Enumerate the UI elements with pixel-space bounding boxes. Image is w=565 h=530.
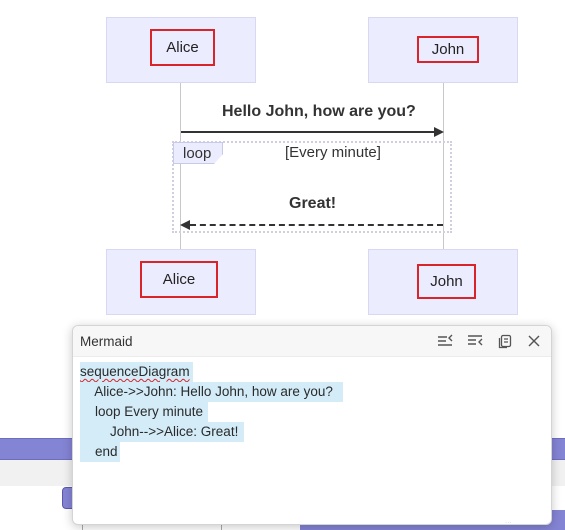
- copy-icon[interactable]: [497, 333, 513, 349]
- code-line[interactable]: Alice->>John: Hello John, how are you?: [80, 382, 343, 402]
- actor-label-john: John: [417, 264, 476, 299]
- reply-arrow: [190, 224, 443, 226]
- arrowhead-icon: [434, 127, 444, 137]
- actor-label-alice: Alice: [150, 29, 215, 66]
- loop-condition: [Every minute]: [285, 144, 381, 161]
- collapse-right-icon[interactable]: [467, 333, 483, 349]
- code-text: Alice->>John: Hello John, how are you?: [80, 384, 333, 399]
- arrowhead-icon: [180, 220, 190, 230]
- close-icon[interactable]: [526, 333, 542, 349]
- actor-label-alice: Alice: [140, 261, 218, 298]
- message-label: Hello John, how are you?: [222, 103, 416, 120]
- loop-frame: loop [Every minute]: [172, 141, 452, 233]
- mermaid-panel: Mermaid sequenceDiagram Alice->>John: He…: [72, 325, 552, 525]
- actor-box-john-bottom[interactable]: John: [368, 249, 518, 315]
- code-text: loop Every minute: [80, 404, 204, 419]
- message-arrow: [181, 131, 435, 133]
- code-line[interactable]: John-->>Alice: Great!: [80, 422, 244, 442]
- code-text: John-->>Alice: Great!: [80, 424, 239, 439]
- actor-label-john: John: [417, 36, 479, 63]
- code-text: end: [80, 444, 118, 459]
- actor-box-john-top[interactable]: John: [368, 17, 518, 83]
- code-line[interactable]: sequenceDiagram: [80, 362, 193, 382]
- actor-box-alice-top[interactable]: Alice: [106, 17, 256, 83]
- collapse-left-icon[interactable]: [437, 333, 453, 349]
- code-line[interactable]: loop Every minute: [80, 402, 208, 422]
- actor-box-alice-bottom[interactable]: Alice: [106, 249, 256, 315]
- loop-label: loop: [173, 142, 223, 164]
- panel-title: Mermaid: [80, 334, 133, 349]
- reply-label: Great!: [289, 195, 337, 212]
- code-line[interactable]: end: [80, 442, 120, 462]
- code-text: sequenceDiagram: [80, 364, 190, 379]
- background-watermark: ...: [505, 516, 512, 525]
- panel-header: Mermaid: [73, 326, 551, 357]
